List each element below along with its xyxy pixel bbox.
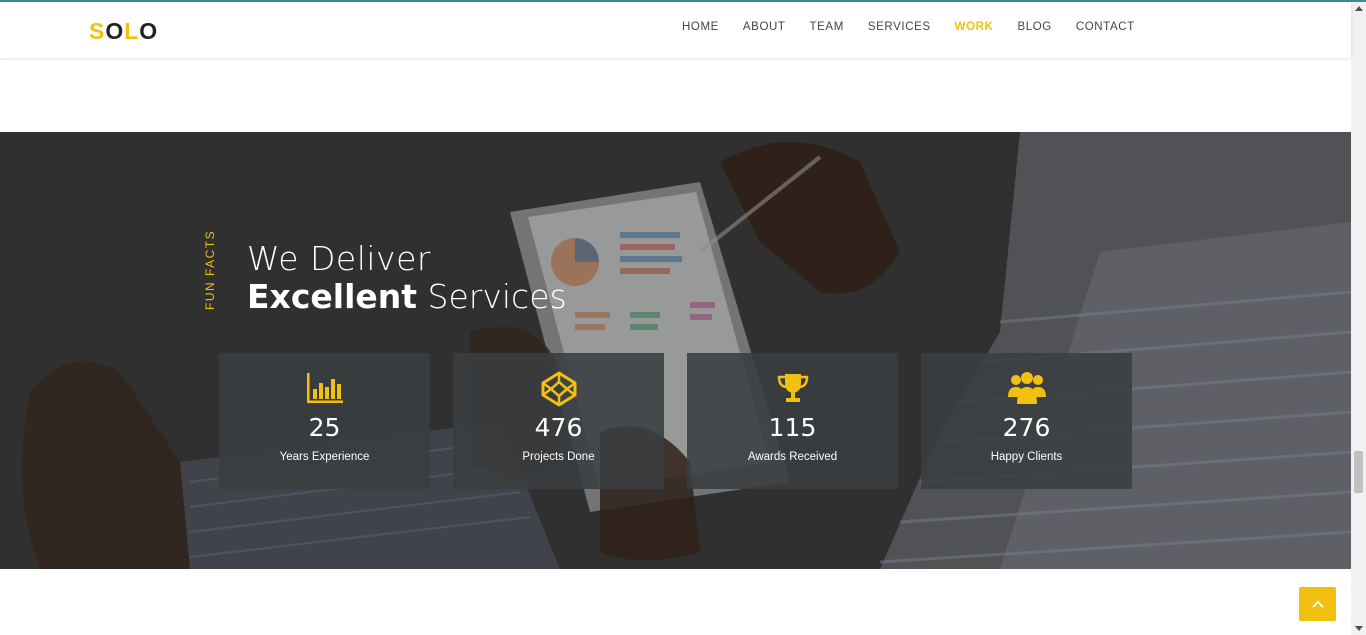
- heading-light-word: Services: [427, 277, 567, 316]
- scroll-down-arrow-icon[interactable]: [1355, 626, 1363, 631]
- page-scrollbar[interactable]: [1351, 2, 1366, 635]
- nav-work[interactable]: WORK: [955, 21, 994, 33]
- codepen-icon: [453, 371, 664, 407]
- main-nav: HOME ABOUT TEAM SERVICES WORK BLOG CONTA…: [682, 21, 1159, 33]
- logo-letter-o: O: [105, 18, 125, 44]
- nav-team[interactable]: TEAM: [810, 21, 844, 33]
- site-logo[interactable]: SOLO: [89, 18, 158, 45]
- stat-value: 25: [308, 413, 341, 442]
- site-header: SOLO HOME ABOUT TEAM SERVICES WORK BLOG …: [0, 2, 1351, 58]
- bar-chart-icon: [219, 371, 430, 407]
- chevron-up-icon: [1311, 600, 1324, 608]
- stat-card-projects: 476 Projects Done: [453, 353, 664, 489]
- stat-label: Projects Done: [522, 451, 595, 463]
- logo-letter-o2: O: [139, 18, 159, 44]
- logo-letter-s: S: [89, 18, 106, 44]
- stat-label: Awards Received: [747, 451, 838, 463]
- fun-facts-label: FUN FACTS: [203, 229, 217, 310]
- heading-line-2: Excellent Services: [247, 278, 567, 316]
- stats-row: 25 Years Experience 476 Projects Done 11…: [219, 353, 1155, 489]
- heading-bold-word: Excellent: [247, 277, 418, 316]
- stat-card-experience: 25 Years Experience: [219, 353, 430, 489]
- fun-facts-text: FUN FACTS: [203, 229, 217, 310]
- dark-overlay: [0, 132, 1351, 569]
- stat-value: 476: [534, 413, 583, 442]
- section-heading: We Deliver Excellent Services: [247, 240, 567, 316]
- heading-line-1: We Deliver: [247, 239, 431, 278]
- back-to-top-button[interactable]: [1299, 587, 1336, 621]
- nav-home[interactable]: HOME: [682, 21, 719, 33]
- stat-value: 276: [1002, 413, 1051, 442]
- nav-blog[interactable]: BLOG: [1017, 21, 1051, 33]
- nav-services[interactable]: SERVICES: [868, 21, 931, 33]
- nav-contact[interactable]: CONTACT: [1076, 21, 1135, 33]
- fun-facts-section: FUN FACTS We Deliver Excellent Services …: [0, 132, 1351, 569]
- stat-value: 115: [768, 413, 817, 442]
- scrollbar-thumb[interactable]: [1354, 451, 1363, 493]
- stat-label: Years Experience: [279, 451, 370, 463]
- trophy-icon: [687, 371, 898, 407]
- stat-label: Happy Clients: [990, 451, 1063, 463]
- stat-card-clients: 276 Happy Clients: [921, 353, 1132, 489]
- users-icon: [921, 371, 1132, 407]
- scroll-up-arrow-icon[interactable]: [1355, 6, 1363, 11]
- nav-about[interactable]: ABOUT: [743, 21, 786, 33]
- logo-letter-l: L: [124, 18, 140, 44]
- stat-card-awards: 115 Awards Received: [687, 353, 898, 489]
